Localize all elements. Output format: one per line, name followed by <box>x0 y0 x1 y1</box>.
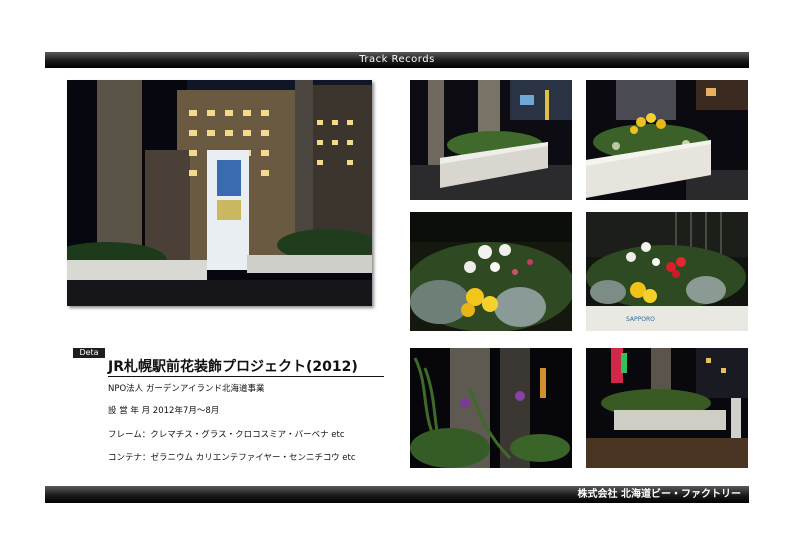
header-title: Track Records <box>359 54 435 65</box>
photo-clematis-frame <box>410 348 572 468</box>
footer-bar: 株式会社 北海道ビー・ファクトリー <box>45 486 749 503</box>
frame-plants-text: フレーム：クレマチス・グラス・クロコスミア・バーベナ etc <box>108 430 345 440</box>
organization-text: NPO法人 ガーデンアイランド北海道事業 <box>108 384 265 394</box>
header-bar: Track Records <box>45 52 749 68</box>
project-title: JR札幌駅前花装飾プロジェクト(2012) <box>108 358 384 377</box>
photo-flowers-closeup-1 <box>410 212 572 331</box>
sapporo-sign-text: SAPPORO <box>626 316 655 323</box>
data-badge: Deta <box>73 348 105 358</box>
photo-night-planter <box>586 348 748 468</box>
photo-planter-street-2 <box>586 80 748 200</box>
main-photo <box>67 80 372 306</box>
container-plants-text: コンテナ：ゼラニウム カリエンテファイヤー・センニチコウ etc <box>108 453 356 463</box>
photo-flowers-closeup-2: SAPPORO <box>586 212 748 331</box>
photo-planter-street-1 <box>410 80 572 200</box>
company-name: 株式会社 北海道ビー・ファクトリー <box>577 489 741 500</box>
period-text: 設 営 年 月 2012年7月～8月 <box>108 406 220 416</box>
